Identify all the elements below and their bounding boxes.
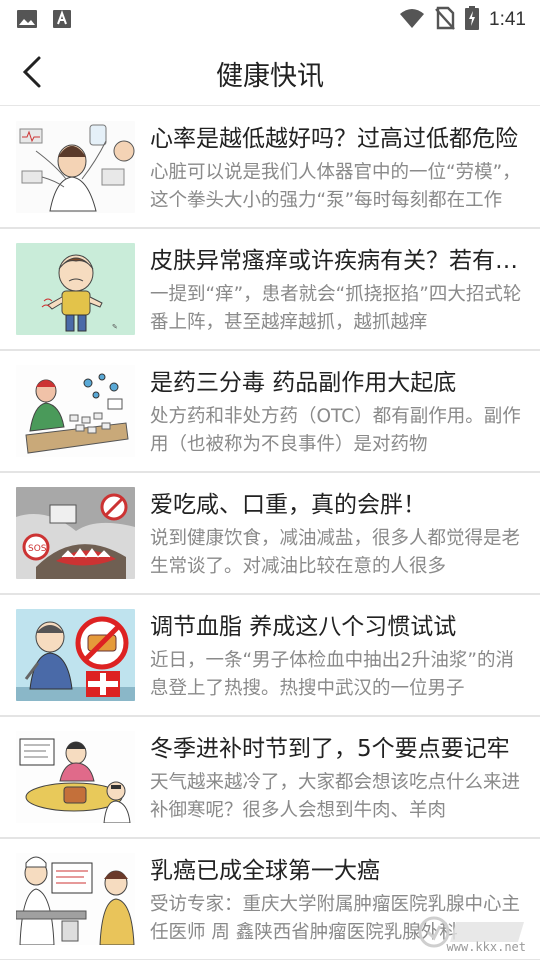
news-item[interactable]: 调节血脂 养成这八个习惯试试 近日，一条“男子体检血中抽出2升油浆”的消息登上了…: [0, 595, 540, 717]
svg-text:SOS: SOS: [28, 544, 47, 554]
news-thumbnail: [16, 365, 135, 457]
wifi-icon: [399, 7, 425, 33]
image-icon: [16, 8, 38, 34]
news-item[interactable]: 冬季进补时节到了，5个要点要记牢 天气越来越冷了，大家都会想该吃点什么来进补御寒…: [0, 717, 540, 839]
watermark-logo: www.kkx.net: [404, 914, 534, 958]
news-title: 爱吃咸、口重，真的会胖！: [150, 492, 426, 518]
app-header: 健康快讯: [0, 38, 540, 106]
news-thumbnail: [16, 609, 135, 701]
status-time: 1:41: [489, 9, 526, 30]
news-thumbnail: [16, 731, 135, 823]
news-list: 心率是越低越好吗？过高过低都危险 心脏可以说是我们人体器官中的一位“劳模”，这个…: [0, 107, 540, 960]
page-title: 健康快讯: [216, 61, 324, 92]
news-title: 乳癌已成全球第一大癌: [150, 858, 380, 884]
news-summary: 心脏可以说是我们人体器官中的一位“劳模”，这个拳头大小的强力“泵”每时每刻都在工…: [150, 162, 521, 211]
battery-charging-icon: [465, 6, 480, 34]
font-a-icon: [52, 8, 72, 34]
news-summary: 一提到“痒”，患者就会“抓挠抠掐”四大招式轮番上阵，甚至越痒越抓，越抓越痒: [150, 284, 522, 333]
no-sim-icon: [435, 6, 455, 34]
news-title: 是药三分毒 药品副作用大起底: [150, 370, 457, 396]
news-summary: 天气越来越冷了，大家都会想该吃点什么来进补御寒呢？很多人会想到牛肉、羊肉: [150, 772, 521, 821]
news-item[interactable]: 是药三分毒 药品副作用大起底 处方药和非处方药（OTC）都有副作用。副作用（也被…: [0, 351, 540, 473]
news-summary: 处方药和非处方药（OTC）都有副作用。副作用（也被称为不良事件）是对药物: [150, 406, 521, 455]
news-summary: 近日，一条“男子体检血中抽出2升油浆”的消息登上了热搜。热搜中武汉的一位男子: [150, 650, 514, 699]
news-item[interactable]: SOS 爱吃咸、口重，真的会胖！ 说到健康饮食，减油减盐，很多人都觉得是老生常谈…: [0, 473, 540, 595]
news-title: 心率是越低越好吗？过高过低都危险: [150, 126, 518, 152]
news-thumbnail: SOS: [16, 487, 135, 579]
status-right-icons: 1:41: [399, 6, 526, 34]
watermark-text: www.kkx.net: [446, 940, 526, 954]
status-bar: 1:41: [0, 0, 540, 38]
news-title: 皮肤异常瘙痒或许疾病有关？若有这些情况: [150, 248, 524, 274]
news-thumbnail: [16, 121, 135, 213]
news-title: 冬季进补时节到了，5个要点要记牢: [150, 736, 510, 762]
news-summary: 说到健康饮食，减油减盐，很多人都觉得是老生常谈了。对减油比较在意的人很多: [150, 528, 521, 577]
news-title: 调节血脂 养成这八个习惯试试: [150, 614, 457, 640]
status-left-icons: [16, 8, 72, 34]
news-item[interactable]: ✎ 皮肤异常瘙痒或许疾病有关？若有这些情况 一提到“痒”，患者就会“抓挠抠掐”四…: [0, 229, 540, 351]
news-thumbnail: [16, 853, 135, 945]
svg-text:✎: ✎: [112, 323, 118, 331]
news-item[interactable]: 心率是越低越好吗？过高过低都危险 心脏可以说是我们人体器官中的一位“劳模”，这个…: [0, 107, 540, 229]
news-thumbnail: ✎: [16, 243, 135, 335]
